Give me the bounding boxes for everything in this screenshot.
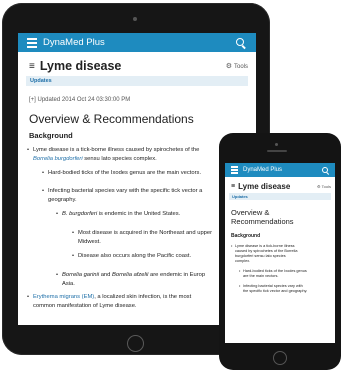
bullet-text: burgdorferi sensu lato species	[235, 254, 286, 258]
bullet-text: Midwest.	[78, 238, 101, 245]
tools-button[interactable]: ⚙ Tools	[226, 62, 248, 70]
bullet-text: caused by spirochetes of the Borrelia	[235, 249, 298, 253]
list-item: Infecting bacterial species vary with th…	[239, 284, 333, 294]
document-icon: ≡	[231, 183, 236, 190]
page-title: Lyme disease	[238, 182, 291, 191]
topic-title-row: ≡ Lyme disease ⚙ Tools	[225, 177, 335, 191]
bullet-text: the specific tick vector and geography.	[243, 289, 308, 293]
phone-camera	[275, 143, 278, 146]
bullet-text: Borrelia garinii	[62, 272, 100, 278]
hamburger-menu-icon[interactable]	[27, 37, 37, 48]
app-header: DynaMed Plus	[225, 163, 335, 177]
phone-device: DynaMed Plus ≡ Lyme disease ⚙ Tools Upda…	[219, 133, 341, 370]
bullet-text: Most disease is acquired in the Northeas…	[78, 230, 213, 236]
bullet-text: Infecting bacterial species vary with th…	[48, 188, 203, 194]
list-item: Lyme disease is a tick-borne illness cau…	[231, 244, 333, 264]
bullet-text: B. burgdorferi	[62, 211, 98, 217]
bullet-text: Asia.	[62, 280, 75, 287]
section-title-line: Recommendations	[231, 217, 294, 226]
bullet-text: Hard-bodied ticks of the Ixodes genus ar…	[48, 170, 202, 176]
hamburger-menu-icon[interactable]	[231, 166, 238, 174]
bullet-text: , a localized skin infection, is the mos…	[94, 294, 192, 300]
updated-timestamp[interactable]: [+] Updated 2014 Oct 24 03:30:00 PM	[29, 97, 256, 103]
phone-speaker	[267, 150, 287, 152]
bullet-text: are the main vectors.	[243, 274, 279, 278]
tablet-camera	[133, 17, 137, 21]
bullet-text: complex.	[235, 259, 251, 263]
tablet-home-button[interactable]	[127, 335, 144, 352]
topic-title-row: ≡ Lyme disease ⚙ Tools	[18, 52, 256, 74]
gear-icon: ⚙	[317, 184, 321, 189]
section-title: Overview & Recommendations	[231, 208, 335, 226]
app-header: DynaMed Plus	[18, 33, 256, 52]
subsection-title: Background	[231, 233, 261, 239]
bullet-text: Lyme disease is a tick-borne illness	[235, 244, 295, 248]
phone-screen: DynaMed Plus ≡ Lyme disease ⚙ Tools Upda…	[225, 163, 335, 343]
phone-home-button[interactable]	[273, 351, 287, 365]
bullet-link[interactable]: Erythema migrans (EM)	[33, 294, 94, 300]
app-name: DynaMed Plus	[43, 37, 105, 48]
bullet-text: Borrelia afzelii	[111, 272, 149, 278]
bullet-text: and	[100, 272, 111, 278]
updates-tab[interactable]: Updates	[26, 76, 248, 86]
search-icon[interactable]	[322, 166, 329, 174]
section-title: Overview & Recommendations	[29, 112, 194, 126]
tools-label: Tools	[233, 64, 248, 70]
document-icon: ≡	[29, 60, 35, 72]
list-item: Lyme disease is a tick-borne illness cau…	[27, 146, 249, 163]
gear-icon: ⚙	[225, 63, 232, 70]
list-item: Hard-bodied ticks of the Ixodes genus ar…	[239, 269, 333, 279]
updates-tab[interactable]: Updates	[229, 193, 331, 200]
bullet-text: geography.	[48, 196, 77, 203]
bullet-text: Hard-bodied ticks of the Ixodes genus	[243, 269, 307, 273]
list-item: Hard-bodied ticks of the Ixodes genus ar…	[42, 169, 248, 178]
bullet-text: Infecting bacterial species vary with	[243, 284, 303, 288]
bullet-text: are endemic in Europ	[150, 272, 206, 278]
search-icon[interactable]	[236, 37, 246, 48]
bullet-link[interactable]: Borrelia burgdorferi	[33, 156, 83, 162]
tools-button[interactable]: ⚙ Tools	[317, 184, 331, 189]
bullet-text: common manifestation of Lyme disease.	[33, 302, 137, 309]
bullet-text: is endemic in the United States.	[98, 211, 181, 217]
app-name: DynaMed Plus	[243, 167, 283, 173]
bullet-text: sensu lato species complex.	[84, 155, 157, 162]
section-title-line: Overview &	[231, 208, 270, 217]
bullet-text: Disease also occurs along the Pacific co…	[78, 253, 192, 259]
tools-label: Tools	[321, 184, 331, 189]
bullet-text: Lyme disease is a tick-borne illness cau…	[33, 147, 200, 153]
page-title: Lyme disease	[39, 59, 122, 73]
